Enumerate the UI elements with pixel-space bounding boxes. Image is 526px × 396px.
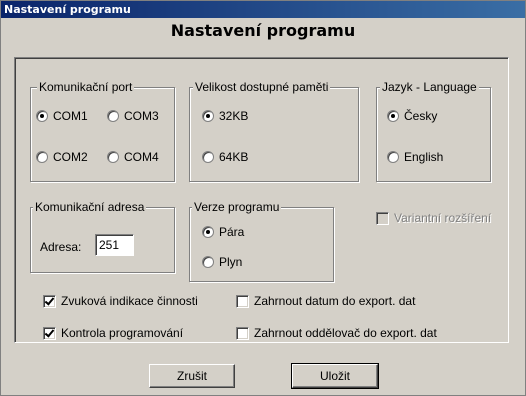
checkbox-label: Zahrnout datum do export. dat: [254, 294, 416, 308]
port-group-legend: Komunikační port: [37, 80, 135, 94]
version-group-legend: Verze programu: [192, 200, 282, 214]
checkbox-label: Kontrola programování: [61, 326, 184, 340]
radio-button[interactable]: [36, 151, 48, 163]
radio-plyn[interactable]: Plyn: [202, 255, 242, 269]
radio-button[interactable]: [107, 110, 119, 122]
checkbox[interactable]: [43, 326, 56, 340]
memory-group: Velikost dostupné paměti 32KB 64KB: [189, 80, 359, 182]
radio-label: COM4: [124, 150, 159, 164]
radio-button[interactable]: [202, 256, 214, 268]
memory-group-legend: Velikost dostupné paměti: [193, 80, 331, 94]
radio-button[interactable]: [387, 151, 399, 163]
radio-com4[interactable]: COM4: [107, 150, 159, 164]
checkbox[interactable]: [43, 294, 56, 308]
version-group: Verze programu Pára Plyn: [189, 200, 334, 282]
radio-64kb[interactable]: 64KB: [202, 150, 248, 164]
address-label: Adresa:: [40, 240, 82, 254]
checkbox[interactable]: [376, 211, 389, 225]
radio-english[interactable]: English: [387, 150, 443, 164]
checkbox-label: Zvuková indikace činnosti: [61, 294, 198, 308]
dialog-heading: Nastavení programu: [170, 21, 356, 40]
radio-com2[interactable]: COM2: [36, 150, 88, 164]
include-separator-checkbox[interactable]: Zahrnout oddělovač do export. dat: [236, 326, 437, 340]
address-input[interactable]: [95, 234, 134, 256]
radio-button[interactable]: [107, 151, 119, 163]
port-group: Komunikační port COM1 COM3 COM2 COM4: [30, 80, 175, 182]
settings-dialog: Nastavení programu Nastavení programu Ko…: [0, 0, 526, 396]
checkbox-label: Variantní rozšíření: [394, 211, 492, 225]
radio-button[interactable]: [36, 110, 48, 122]
radio-com1[interactable]: COM1: [36, 109, 88, 123]
checkbox[interactable]: [236, 326, 249, 340]
radio-button[interactable]: [202, 151, 214, 163]
address-group: Komunikační adresa Adresa:: [30, 200, 175, 273]
variant-extension-checkbox[interactable]: Variantní rozšíření: [376, 211, 491, 225]
save-button[interactable]: Uložit: [291, 363, 379, 389]
radio-32kb[interactable]: 32KB: [202, 109, 248, 123]
radio-label: Česky: [404, 109, 438, 123]
radio-para[interactable]: Pára: [202, 225, 244, 239]
radio-label: COM2: [53, 150, 88, 164]
radio-com3[interactable]: COM3: [107, 109, 159, 123]
program-check-checkbox[interactable]: Kontrola programování: [43, 326, 183, 340]
checkbox-label: Zahrnout oddělovač do export. dat: [254, 326, 437, 340]
window-title: Nastavení programu: [1, 1, 525, 18]
radio-label: Plyn: [219, 255, 243, 269]
radio-button[interactable]: [387, 110, 399, 122]
radio-label: Pára: [219, 225, 245, 239]
cancel-button[interactable]: Zrušit: [149, 364, 235, 388]
settings-panel: Komunikační port COM1 COM3 COM2 COM4 Vel…: [14, 57, 509, 343]
radio-label: 64KB: [219, 150, 249, 164]
radio-button[interactable]: [202, 226, 214, 238]
sound-indication-checkbox[interactable]: Zvuková indikace činnosti: [43, 294, 198, 308]
radio-label: 32KB: [219, 109, 249, 123]
radio-label: COM1: [53, 109, 88, 123]
language-group: Jazyk - Language Česky English: [376, 80, 491, 182]
address-group-legend: Komunikační adresa: [33, 200, 147, 214]
include-date-checkbox[interactable]: Zahrnout datum do export. dat: [236, 294, 415, 308]
language-group-legend: Jazyk - Language: [380, 80, 479, 94]
checkbox[interactable]: [236, 294, 249, 308]
radio-label: English: [404, 150, 444, 164]
radio-label: COM3: [124, 109, 159, 123]
radio-cesky[interactable]: Česky: [387, 109, 437, 123]
radio-button[interactable]: [202, 110, 214, 122]
